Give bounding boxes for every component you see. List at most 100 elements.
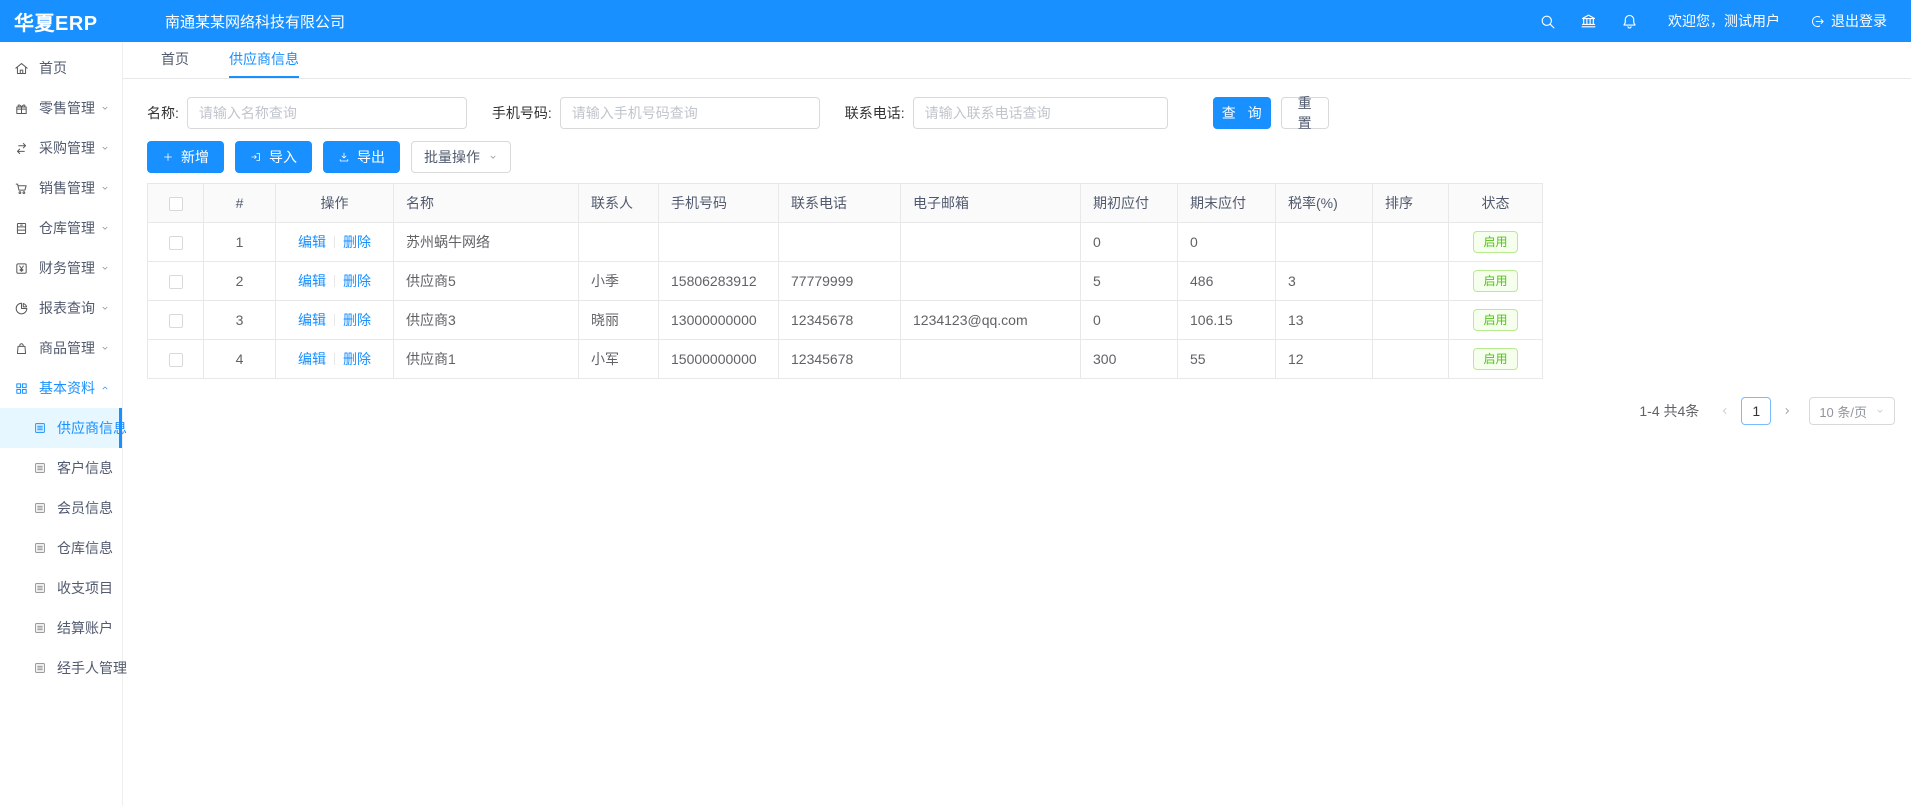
sidebar-item-settlement-account[interactable]: 结算账户	[0, 608, 122, 648]
row-checkbox[interactable]	[169, 275, 183, 289]
sidebar-item-sales[interactable]: 销售管理	[0, 168, 122, 208]
current-page-button[interactable]: 1	[1741, 397, 1771, 425]
sidebar-item-member-info[interactable]: 会员信息	[0, 488, 122, 528]
import-button[interactable]: 导入	[235, 141, 312, 173]
sidebar-item-goods[interactable]: 商品管理	[0, 328, 122, 368]
chevron-down-icon	[100, 303, 110, 313]
page-size-value: 10 条/页	[1819, 402, 1867, 421]
column-actions: 操作	[276, 184, 394, 223]
list-doc-icon	[33, 501, 47, 515]
search-icon[interactable]	[1539, 13, 1556, 30]
prev-page-button[interactable]	[1713, 397, 1737, 425]
cell-begin-payable: 5	[1081, 262, 1178, 301]
bank-icon[interactable]	[1580, 13, 1597, 30]
search-form: 名称: 手机号码: 联系电话: 查 询 重 置	[147, 97, 1895, 129]
cell-index: 2	[204, 262, 276, 301]
sidebar-item-home[interactable]: 首页	[0, 48, 122, 88]
query-button[interactable]: 查 询	[1213, 97, 1271, 129]
tel-label: 联系电话:	[845, 103, 905, 123]
status-badge: 启用	[1473, 309, 1517, 331]
edit-link[interactable]: 编辑	[298, 273, 326, 289]
tab-supplier-info[interactable]: 供应商信息	[229, 42, 299, 78]
cell-name: 供应商1	[394, 340, 579, 379]
sidebar-item-customer-info[interactable]: 客户信息	[0, 448, 122, 488]
cell-email	[901, 262, 1081, 301]
cell-sort	[1373, 301, 1449, 340]
cell-status: 启用	[1449, 223, 1543, 262]
logout-label: 退出登录	[1831, 11, 1887, 31]
sidebar-item-basedata[interactable]: 基本资料	[0, 368, 122, 408]
chevron-up-icon	[100, 383, 110, 393]
sidebar-item-income-expense[interactable]: 收支项目	[0, 568, 122, 608]
cell-status: 启用	[1449, 262, 1543, 301]
delete-link[interactable]: 删除	[343, 312, 371, 328]
logout-icon	[1810, 14, 1825, 29]
app-logo[interactable]: 华夏ERP	[0, 7, 123, 36]
import-icon	[250, 151, 262, 163]
download-icon	[338, 151, 350, 163]
sidebar-item-finance[interactable]: 财务管理	[0, 248, 122, 288]
page-size-select[interactable]: 10 条/页	[1809, 397, 1895, 425]
list-doc-icon	[33, 581, 47, 595]
cell-actions: 编辑 删除	[276, 340, 394, 379]
cell-end-payable: 486	[1178, 262, 1276, 301]
status-badge: 启用	[1473, 348, 1517, 370]
swap-icon	[14, 141, 29, 156]
edit-link[interactable]: 编辑	[298, 351, 326, 367]
phone-search-input[interactable]	[560, 97, 820, 129]
cell-email: 1234123@qq.com	[901, 301, 1081, 340]
row-checkbox[interactable]	[169, 353, 183, 367]
cell-actions: 编辑 删除	[276, 223, 394, 262]
batch-actions-dropdown[interactable]: 批量操作	[411, 141, 511, 173]
cell-phone: 15806283912	[659, 262, 779, 301]
tab-home[interactable]: 首页	[161, 42, 189, 78]
edit-link[interactable]: 编辑	[298, 234, 326, 250]
sidebar-item-purchase[interactable]: 采购管理	[0, 128, 122, 168]
sidebar-item-supplier-info[interactable]: 供应商信息	[0, 408, 122, 448]
bag-icon	[14, 341, 29, 356]
delete-link[interactable]: 删除	[343, 234, 371, 250]
cell-tax-rate: 3	[1276, 262, 1373, 301]
sidebar-item-handler-management[interactable]: 经手人管理	[0, 648, 122, 688]
cell-end-payable: 55	[1178, 340, 1276, 379]
row-checkbox[interactable]	[169, 314, 183, 328]
grid-icon	[14, 381, 29, 396]
cell-sort	[1373, 340, 1449, 379]
edit-link[interactable]: 编辑	[298, 312, 326, 328]
list-doc-icon	[33, 461, 47, 475]
next-page-button[interactable]	[1775, 397, 1799, 425]
reset-button[interactable]: 重 置	[1281, 97, 1329, 129]
topbar-actions: 欢迎您，测试用户 退出登录	[1515, 11, 1911, 31]
sidebar-item-retail[interactable]: 零售管理	[0, 88, 122, 128]
cell-email	[901, 340, 1081, 379]
logout-button[interactable]: 退出登录	[1810, 11, 1887, 31]
sidebar-item-reports[interactable]: 报表查询	[0, 288, 122, 328]
pie-chart-icon	[14, 301, 29, 316]
cell-contact	[579, 223, 659, 262]
cell-phone	[659, 223, 779, 262]
name-search-input[interactable]	[187, 97, 467, 129]
chevron-down-icon	[100, 103, 110, 113]
tel-search-input[interactable]	[913, 97, 1168, 129]
column-index: #	[204, 184, 276, 223]
column-begin-payable: 期初应付	[1081, 184, 1178, 223]
cell-tel	[779, 223, 901, 262]
cell-index: 3	[204, 301, 276, 340]
cell-tel: 77779999	[779, 262, 901, 301]
bell-icon[interactable]	[1621, 13, 1638, 30]
cell-begin-payable: 0	[1081, 223, 1178, 262]
sidebar-item-warehouse[interactable]: 仓库管理	[0, 208, 122, 248]
export-button[interactable]: 导出	[323, 141, 400, 173]
delete-link[interactable]: 删除	[343, 351, 371, 367]
action-divider	[334, 314, 335, 326]
select-all-checkbox[interactable]	[169, 197, 183, 211]
row-checkbox[interactable]	[169, 236, 183, 250]
chevron-down-icon	[100, 343, 110, 353]
cell-tel: 12345678	[779, 301, 901, 340]
cell-tel: 12345678	[779, 340, 901, 379]
delete-link[interactable]: 删除	[343, 273, 371, 289]
main-area: 首页 供应商信息 名称: 手机号码: 联系电话: 查 询 重 置	[123, 42, 1911, 806]
add-button[interactable]: 新增	[147, 141, 224, 173]
sidebar-item-warehouse-info[interactable]: 仓库信息	[0, 528, 122, 568]
table-row: 4 编辑删除 供应商1 小军 15000000000 12345678 300 …	[148, 340, 1543, 379]
